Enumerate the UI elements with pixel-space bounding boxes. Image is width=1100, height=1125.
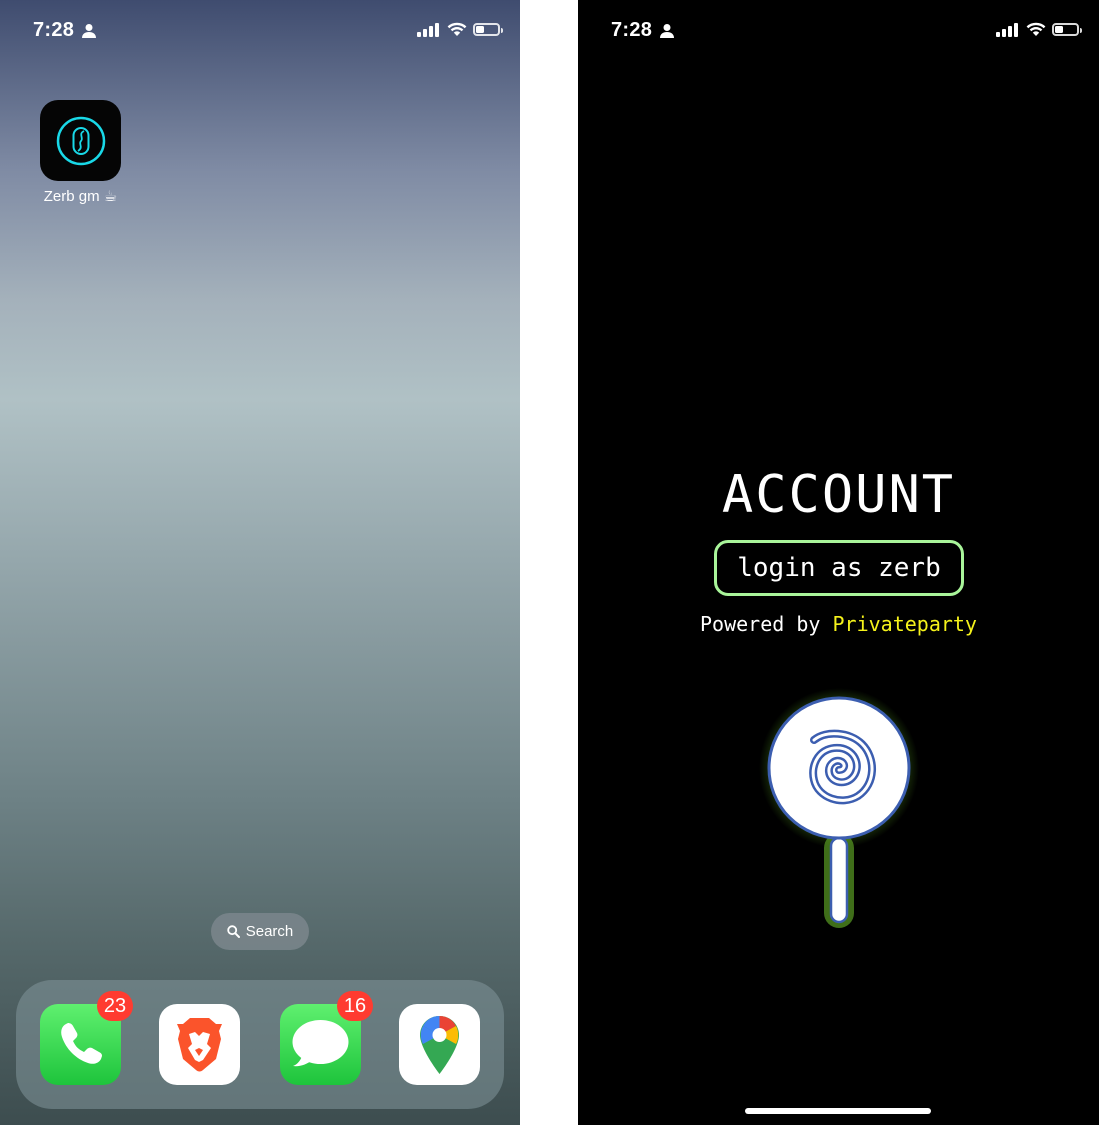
- status-bar: 7:28: [0, 0, 520, 62]
- privateparty-link[interactable]: Privateparty: [832, 612, 977, 636]
- phone-app-icon[interactable]: 23: [40, 991, 133, 1085]
- brave-app-icon[interactable]: [159, 1004, 240, 1085]
- zerb-app[interactable]: [40, 100, 121, 181]
- powered-by: Powered by Privateparty: [578, 612, 1099, 636]
- powered-prefix: Powered by: [700, 612, 821, 636]
- search-icon: [227, 925, 240, 938]
- wifi-icon: [1026, 22, 1046, 36]
- person-icon: [82, 24, 96, 38]
- account-screen: 7:28 ACCOUNT login as zerb Powered by Pr…: [578, 0, 1099, 1125]
- battery-icon: [1052, 23, 1082, 36]
- maps-app-icon[interactable]: [399, 1004, 480, 1085]
- dock: 23 16: [16, 980, 504, 1109]
- battery-icon: [473, 23, 503, 36]
- person-icon: [660, 24, 674, 38]
- messages-app-icon[interactable]: 16: [280, 991, 373, 1085]
- status-time: 7:28: [33, 19, 75, 41]
- lollipop-icon: [759, 688, 919, 928]
- home-indicator[interactable]: [745, 1108, 931, 1114]
- wifi-icon: [447, 22, 467, 36]
- page-title: ACCOUNT: [721, 465, 956, 525]
- phone-badge: 23: [97, 991, 133, 1021]
- zerb-logo-icon: [56, 116, 105, 165]
- maps-pin-icon: [420, 1016, 459, 1074]
- search-label: Search: [245, 923, 294, 940]
- messages-badge: 16: [337, 991, 373, 1021]
- status-bar: 7:28: [578, 0, 1099, 62]
- login-button[interactable]: login as zerb: [714, 540, 964, 596]
- search-button[interactable]: Search: [211, 913, 309, 950]
- zerb-app-label: Zerb gm ☕: [43, 188, 118, 205]
- brave-lion-icon: [177, 1018, 222, 1072]
- zerb-app-icon[interactable]: [40, 100, 121, 181]
- signal-icon: [996, 22, 1018, 37]
- signal-icon: [417, 22, 439, 37]
- home-screen: 7:28 Zerb gm ☕ Search 23 16: [0, 0, 520, 1125]
- status-time: 7:28: [611, 19, 653, 41]
